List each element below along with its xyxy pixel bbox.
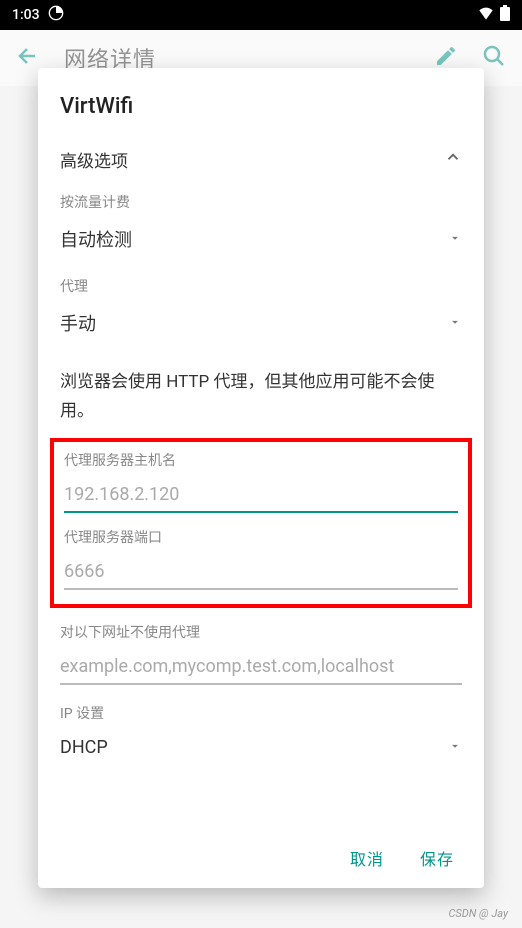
proxy-port-field: 代理服务器端口 [62,527,460,596]
wifi-settings-dialog: VirtWifi 高级选项 按流量计费 自动检测 代理 手动 [38,68,484,888]
metered-value: 自动检测 [60,226,132,252]
search-icon[interactable] [482,44,506,72]
cancel-button[interactable]: 取消 [350,846,384,870]
metered-dropdown[interactable]: 自动检测 [60,222,462,256]
ip-settings-label: IP 设置 [60,703,462,723]
dropdown-arrow-icon [448,313,462,334]
proxy-info-text: 浏览器会使用 HTTP 代理，但其他应用可能不会使用。 [60,368,462,426]
proxy-port-input[interactable] [64,555,458,590]
status-app-icon [48,5,64,25]
bypass-input[interactable] [60,650,462,685]
proxy-dropdown[interactable]: 手动 [60,306,462,340]
back-icon[interactable] [16,44,40,72]
proxy-label: 代理 [60,276,462,296]
status-time: 1:03 [12,7,40,23]
dialog-title: VirtWifi [38,88,484,137]
dialog-actions: 取消 保存 [38,822,484,872]
advanced-options-toggle[interactable]: 高级选项 [60,137,462,192]
proxy-hostname-field: 代理服务器主机名 [62,450,460,519]
proxy-value: 手动 [60,310,96,336]
battery-icon [500,5,510,25]
advanced-options-label: 高级选项 [60,147,128,172]
proxy-hostname-input[interactable] [64,478,458,513]
ip-settings-dropdown[interactable]: DHCP [60,733,462,762]
status-bar: 1:03 [0,0,522,30]
dropdown-arrow-icon [448,229,462,250]
proxy-field: 代理 手动 [60,276,462,340]
watermark: CSDN @ Jay [448,907,508,920]
dialog-content: 高级选项 按流量计费 自动检测 代理 手动 浏览器会使用 HT [38,137,484,822]
save-button[interactable]: 保存 [420,846,454,870]
highlight-annotation: 代理服务器主机名 代理服务器端口 [50,438,472,608]
ip-settings-value: DHCP [60,737,108,758]
chevron-up-icon [444,148,462,171]
dropdown-arrow-icon [448,737,462,758]
metered-label: 按流量计费 [60,192,462,212]
ip-settings-field: IP 设置 DHCP [60,703,462,762]
proxy-port-label: 代理服务器端口 [64,527,458,547]
proxy-hostname-label: 代理服务器主机名 [64,450,458,470]
bypass-label: 对以下网址不使用代理 [60,622,462,642]
metered-field: 按流量计费 自动检测 [60,192,462,256]
bypass-field: 对以下网址不使用代理 [60,622,462,685]
wifi-icon [478,6,494,24]
